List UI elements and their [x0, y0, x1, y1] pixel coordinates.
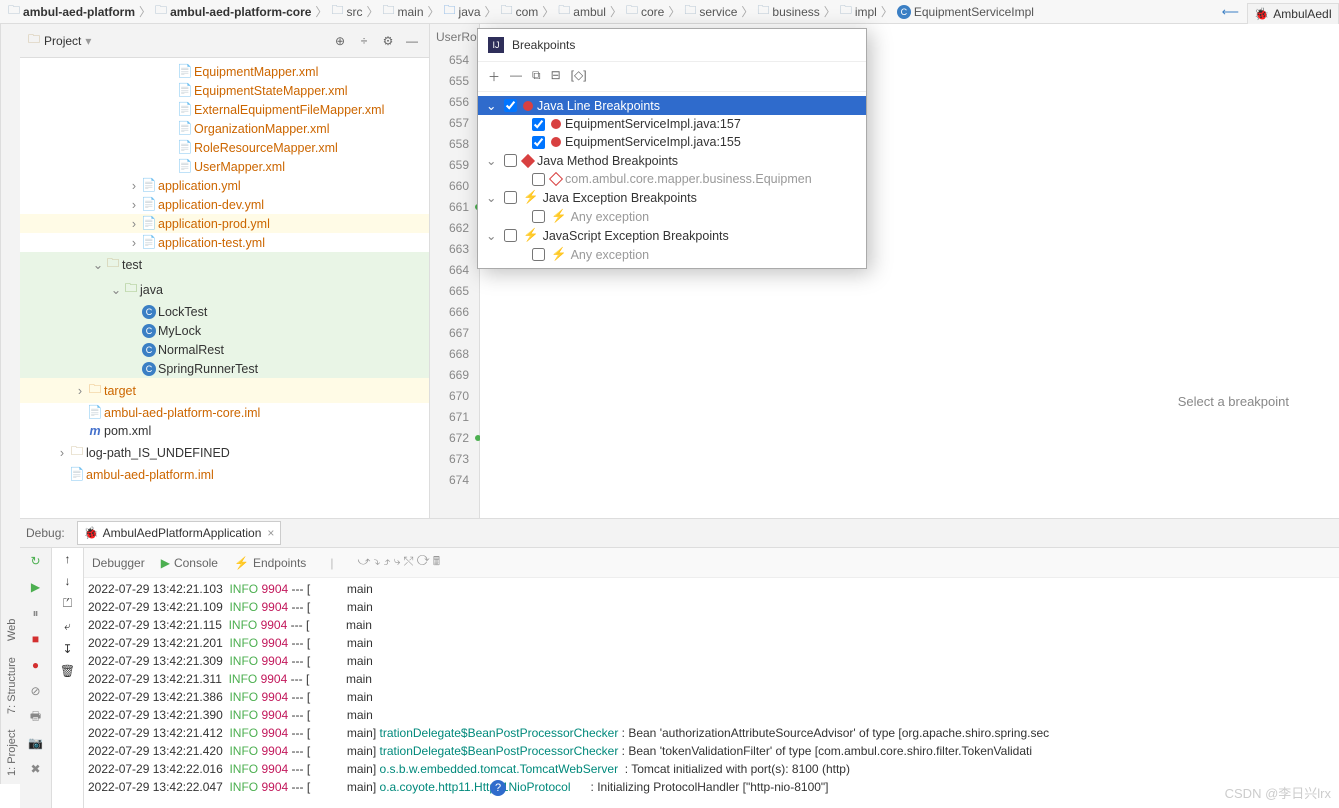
resume-button[interactable]: ▶ — [27, 578, 45, 596]
up-arrow-button[interactable]: ↑ — [65, 552, 71, 566]
divider: | — [330, 556, 333, 570]
crumb-src[interactable]: 🗀src — [329, 1, 364, 22]
crumb-core[interactable]: 🗀core — [624, 1, 666, 22]
tree-item[interactable]: 🗀target — [20, 378, 429, 403]
bp-row[interactable]: ⌄ Java Method Breakpoints — [478, 151, 866, 170]
tree-item[interactable]: 📄ExternalEquipmentFileMapper.xml — [20, 100, 429, 119]
crumb-ambul-aed-platform-core[interactable]: 🗀ambul-aed-platform-core — [153, 1, 313, 22]
tree-item[interactable]: 📄RoleResourceMapper.xml — [20, 138, 429, 157]
watermark: CSDN @李日兴lrx — [1225, 783, 1331, 802]
crumb-java[interactable]: 🗀java — [442, 1, 483, 22]
popup-tool[interactable]: ⧉ — [532, 68, 541, 85]
popup-tool[interactable]: [◇] — [571, 68, 587, 85]
crumb-service[interactable]: 🗀service — [682, 1, 739, 22]
bp-row[interactable]: ⌄ Java Line Breakpoints — [478, 96, 866, 115]
bp-row[interactable]: ⚡ Any exception — [478, 207, 866, 226]
crumb-impl[interactable]: 🗀impl — [838, 1, 879, 22]
settings-button[interactable]: ⚙ — [379, 34, 397, 48]
back-icon[interactable]: ⟵ — [1222, 5, 1239, 19]
collapse-button[interactable]: ÷ — [355, 34, 373, 48]
tree-item[interactable]: 📄EquipmentStateMapper.xml — [20, 81, 429, 100]
tree-item[interactable]: 📄ambul-aed-platform-core.iml — [20, 403, 429, 422]
bp-row[interactable]: EquipmentServiceImpl.java:155 — [478, 133, 866, 151]
crumb-business[interactable]: 🗀business — [755, 1, 821, 22]
tab-endpoints[interactable]: ⚡Endpoints — [234, 556, 306, 570]
crumb-EquipmentServiceImpl[interactable]: CEquipmentServiceImpl — [895, 4, 1036, 19]
ide-logo-icon: IJ — [488, 37, 504, 53]
breakpoint-tree[interactable]: ⌄ Java Line Breakpoints EquipmentService… — [478, 92, 866, 268]
tree-item[interactable]: mpom.xml — [20, 422, 429, 440]
step-over-button[interactable]: ⤻ ⤵ ⤴ ⤷ ⤲ ⟳ 🖩 — [357, 552, 440, 573]
bp-row[interactable]: ⌄⚡ Java Exception Breakpoints — [478, 188, 866, 207]
down-arrow-button[interactable]: ↓ — [65, 574, 71, 588]
close-icon[interactable]: × — [267, 526, 274, 540]
print-button[interactable]: 🖶 — [27, 708, 45, 726]
tree-item[interactable]: CMyLock — [20, 321, 429, 340]
bp-row[interactable]: EquipmentServiceImpl.java:157 — [478, 115, 866, 133]
mute-breakpoints-button[interactable]: ⊘ — [27, 682, 45, 700]
tree-item[interactable]: 📄application-dev.yml — [20, 195, 429, 214]
bp-row[interactable]: ⌄⚡ JavaScript Exception Breakpoints — [478, 226, 866, 245]
tab-structure[interactable]: 7: Structure — [3, 657, 18, 714]
stop-button[interactable]: ■ — [27, 630, 45, 648]
tree-item[interactable]: 🗀java — [20, 277, 429, 302]
left-tool-strip: 1: Project 7: Structure Web — [0, 24, 20, 784]
tree-item[interactable]: CLockTest — [20, 302, 429, 321]
editor-tab[interactable]: UserRo — [430, 24, 479, 50]
popup-toolbar: ＋ — ⧉ ⊟ [◇] — [478, 62, 866, 92]
tree-item[interactable]: 📄OrganizationMapper.xml — [20, 119, 429, 138]
tab-console[interactable]: ▶Console — [161, 556, 218, 570]
popup-tool[interactable]: ＋ — [488, 68, 500, 85]
tree-item[interactable]: 📄application-prod.yml — [20, 214, 429, 233]
crumb-ambul-aed-platform[interactable]: 🗀ambul-aed-platform — [6, 1, 137, 22]
tree-item[interactable]: 🗀log-path_IS_UNDEFINED — [20, 440, 429, 465]
tree-item[interactable]: 📄ambul-aed-platform.iml — [20, 465, 429, 484]
view-breakpoints-button[interactable]: ● — [27, 656, 45, 674]
breakpoint-hint: Select a breakpoint — [1178, 394, 1289, 409]
tree-item[interactable]: 📄EquipmentMapper.xml — [20, 62, 429, 81]
console-output[interactable]: 2022-07-29 13:42:21.103 INFO 9904 --- [ … — [84, 578, 1339, 808]
crumb-ambul[interactable]: 🗀ambul — [556, 1, 608, 22]
debug-label: Debug: — [26, 526, 65, 540]
tab-project[interactable]: 1: Project — [3, 730, 18, 776]
rerun-button[interactable]: ↻ — [27, 552, 45, 570]
settings-button[interactable]: ✖ — [27, 760, 45, 778]
bp-row[interactable]: ⚡ Any exception — [478, 245, 866, 264]
crumb-com[interactable]: 🗀com — [499, 1, 541, 22]
run-config-tab[interactable]: 🐞AmbulAedPlatformApplication× — [77, 521, 282, 545]
console-controls: ↑ ↓ ⏍ ⤶ ↧ 🗑 — [52, 548, 84, 808]
debug-panel: Debug: 🐞AmbulAedPlatformApplication× ↻ ▶… — [20, 518, 1339, 808]
wrap-button[interactable]: ⤶ — [64, 619, 71, 634]
tree-item[interactable]: CNormalRest — [20, 340, 429, 359]
tree-item[interactable]: CSpringRunnerTest — [20, 359, 429, 378]
popup-title: Breakpoints — [512, 38, 575, 52]
run-config-dropdown[interactable]: 🐞AmbulAedI — [1247, 3, 1339, 25]
breadcrumb: 🗀ambul-aed-platform〉🗀ambul-aed-platform-… — [0, 0, 1339, 24]
project-header: 🗀Project ▾ ⊕ ÷ ⚙ — — [20, 24, 429, 58]
camera-button[interactable]: 📷 — [27, 734, 45, 752]
bp-row[interactable]: com.ambul.core.mapper.business.Equipmen — [478, 170, 866, 188]
scroll-button[interactable]: ↧ — [62, 642, 72, 656]
clear-button[interactable]: 🗑 — [60, 664, 75, 678]
popup-tool[interactable]: ⊟ — [551, 68, 561, 85]
line-gutter: 6546556566576586596606616626636646656666… — [430, 50, 479, 491]
tree-item[interactable]: 🗀test — [20, 252, 429, 277]
filter-button[interactable]: ⏍ — [63, 596, 72, 611]
tab-debugger[interactable]: Debugger — [92, 556, 145, 570]
pause-button[interactable]: ⏸ — [27, 604, 45, 622]
popup-tool[interactable]: — — [510, 68, 522, 85]
help-icon[interactable]: ? — [490, 780, 506, 796]
tree-item[interactable]: 📄application.yml — [20, 176, 429, 195]
debug-run-controls: ↻ ▶ ⏸ ■ ● ⊘ 🖶 📷 ✖ — [20, 548, 52, 808]
tab-web[interactable]: Web — [3, 618, 18, 640]
tree-item[interactable]: 📄application-test.yml — [20, 233, 429, 252]
locate-button[interactable]: ⊕ — [331, 34, 349, 48]
hide-button[interactable]: — — [403, 34, 421, 48]
tree-item[interactable]: 📄UserMapper.xml — [20, 157, 429, 176]
crumb-main[interactable]: 🗀main — [380, 1, 425, 22]
breakpoints-popup: IJ Breakpoints ＋ — ⧉ ⊟ [◇] ⌄ Java Line Break… — [477, 28, 867, 269]
